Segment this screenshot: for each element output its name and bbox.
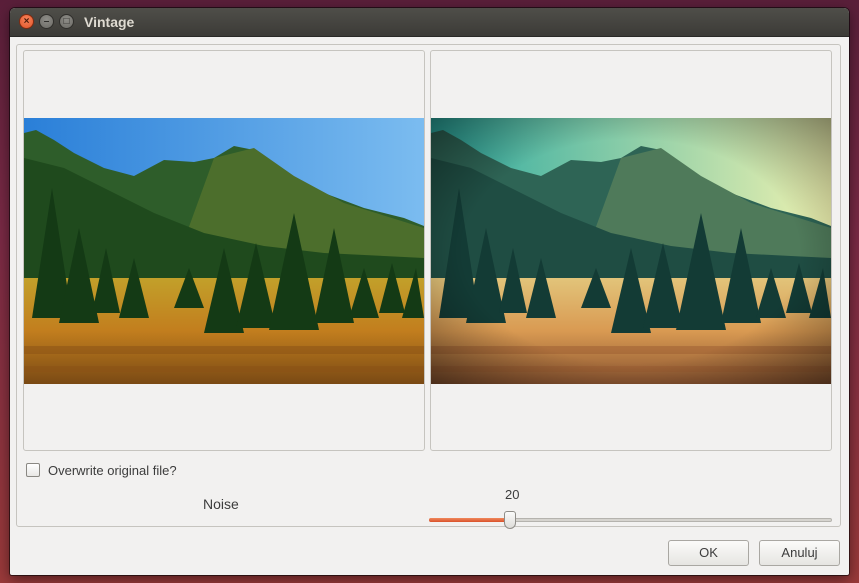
close-window-button[interactable]: × [19,14,34,29]
vintage-dialog: × – □ Vintage Overwrite original file? N… [10,8,849,575]
original-preview-panel [23,50,425,451]
overwrite-option[interactable]: Overwrite original file? [26,461,177,479]
vintage-photo [431,118,831,384]
cancel-button[interactable]: Anuluj [759,540,840,566]
maximize-icon: □ [63,16,70,27]
close-icon: × [23,16,30,27]
minimize-window-button[interactable]: – [39,14,54,29]
noise-slider-fill [429,518,510,522]
original-photo [24,118,424,384]
vintage-preview-panel [430,50,832,451]
maximize-window-button[interactable]: □ [59,14,74,29]
noise-slider-track[interactable] [429,518,832,522]
title-bar[interactable]: × – □ Vintage [10,8,849,37]
noise-value: 20 [505,487,520,502]
ok-button[interactable]: OK [668,540,749,566]
noise-slider-handle[interactable] [503,511,516,529]
overwrite-label: Overwrite original file? [48,462,177,478]
window-title: Vintage [84,14,135,30]
dialog-content: Overwrite original file? Noise 20 [16,44,841,529]
minimize-icon: – [43,16,50,27]
noise-label: Noise [203,496,239,512]
overwrite-checkbox[interactable] [26,463,40,477]
